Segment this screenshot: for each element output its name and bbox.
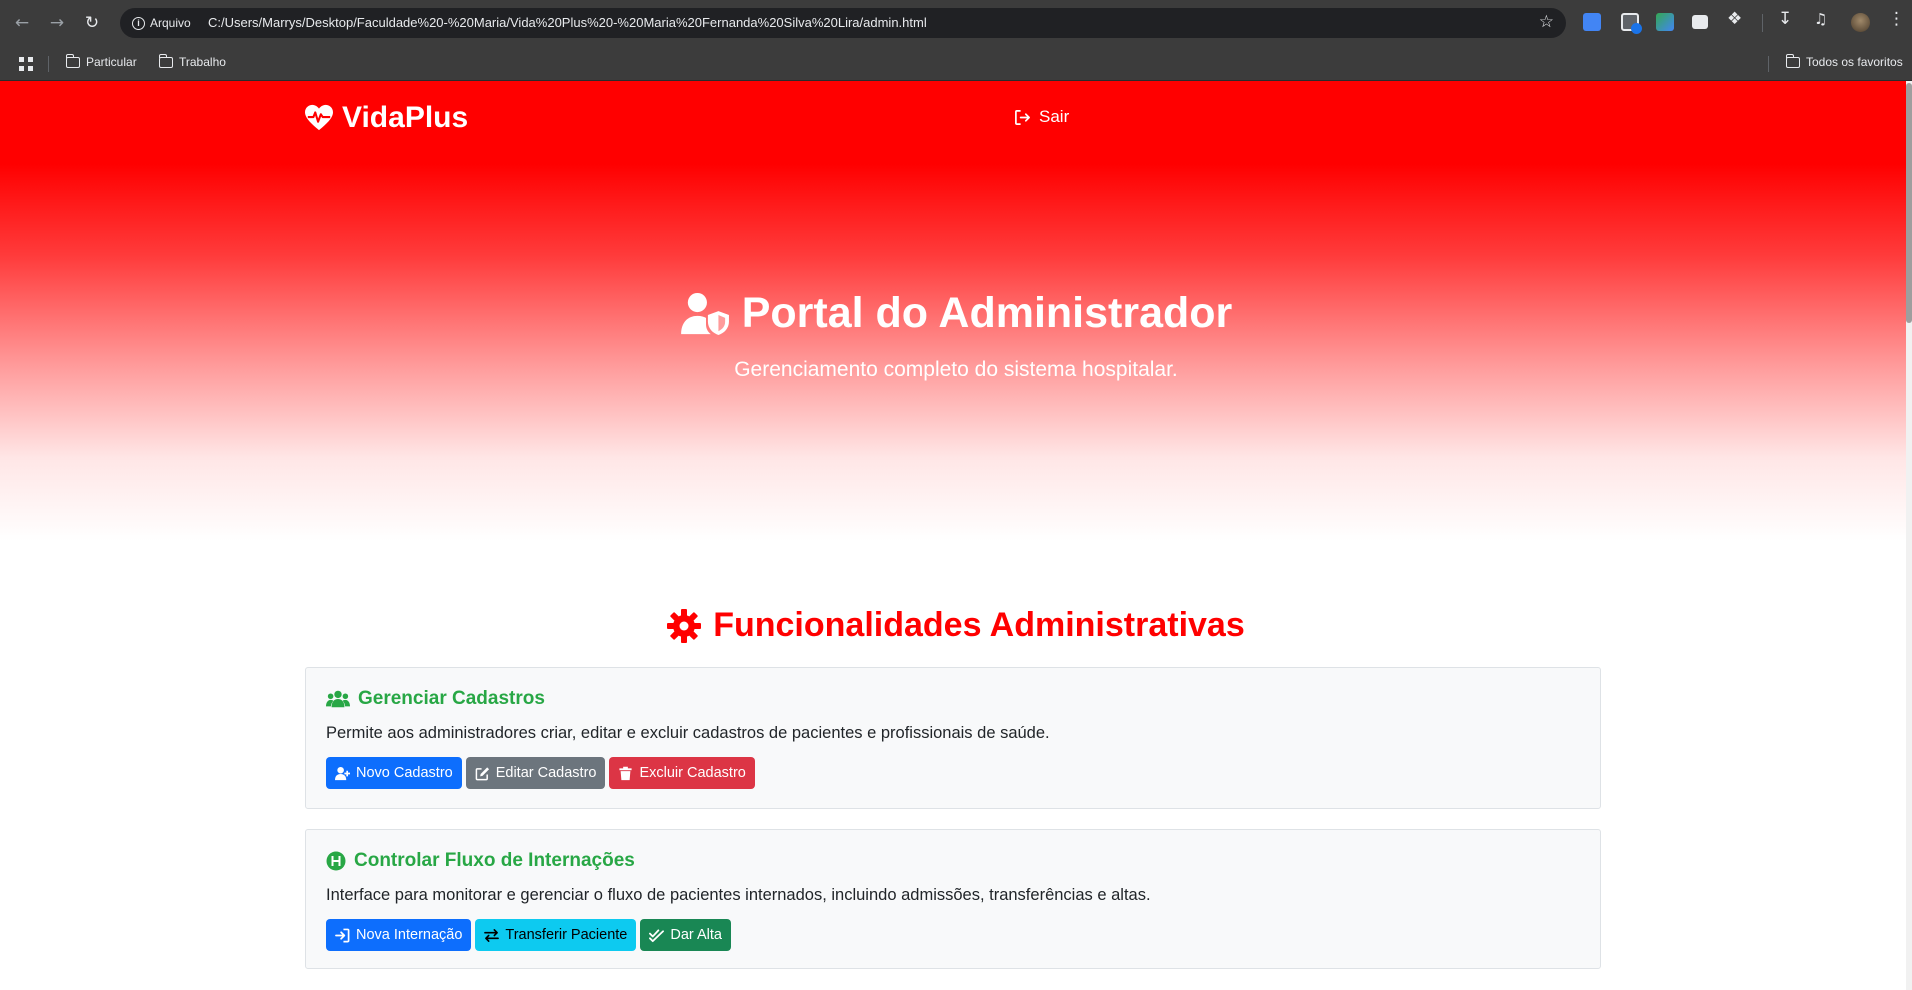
page-title: Portal do Administrador <box>0 289 1912 338</box>
extensions-puzzle-icon[interactable]: ❖ <box>1727 9 1745 29</box>
hospital-h-icon <box>326 851 346 871</box>
image-extension-icon[interactable] <box>1656 13 1674 31</box>
bookmark-label: Trabalho <box>179 55 226 69</box>
bookmark-folder-particular[interactable]: Particular <box>65 53 137 69</box>
gear-icon <box>667 608 702 643</box>
button-label: Nova Internação <box>356 927 463 943</box>
button-label: Excluir Cadastro <box>639 765 746 781</box>
folder-icon <box>65 53 80 68</box>
brand-name: VidaPlus <box>342 101 469 134</box>
bookmark-label: Particular <box>86 55 137 69</box>
media-control-icon[interactable]: ♫ <box>1814 10 1832 28</box>
edit-registration-button[interactable]: Editar Cadastro <box>465 757 606 789</box>
heartbeat-icon <box>305 104 333 131</box>
card-title-text: Gerenciar Cadastros <box>358 688 545 709</box>
button-label: Novo Cadastro <box>356 765 453 781</box>
bookmarks-divider <box>48 56 49 72</box>
all-bookmarks-label: Todos os favoritos <box>1806 55 1903 69</box>
card-fluxo-internacoes: Controlar Fluxo de Internações Interface… <box>305 829 1601 969</box>
trash-icon <box>619 766 633 780</box>
bookmark-folder-trabalho[interactable]: Trabalho <box>158 53 226 69</box>
check-double-icon <box>649 928 665 942</box>
button-label: Editar Cadastro <box>495 765 597 781</box>
card-description: Interface para monitorar e gerenciar o f… <box>326 886 1151 904</box>
box-extension-icon[interactable] <box>1692 15 1708 29</box>
transfer-patient-button[interactable]: Transferir Paciente <box>475 919 637 951</box>
discharge-button[interactable]: Dar Alta <box>640 919 731 951</box>
all-bookmarks-folder[interactable]: Todos os favoritos <box>1785 53 1903 69</box>
section-heading-text: Funcionalidades Administrativas <box>713 606 1245 644</box>
reload-icon[interactable]: ↻ <box>79 10 105 36</box>
apps-grid-icon[interactable] <box>19 57 33 71</box>
translate-extension-icon[interactable] <box>1583 13 1601 31</box>
page-scrollbar[interactable] <box>1906 81 1912 990</box>
download-icon[interactable]: ↧ <box>1778 9 1796 29</box>
user-plus-icon <box>335 766 350 780</box>
site-info-label: Arquivo <box>150 16 191 30</box>
extension-badge-icon <box>1631 23 1642 34</box>
new-registration-button[interactable]: Novo Cadastro <box>326 757 462 789</box>
button-label: Transferir Paciente <box>505 927 628 943</box>
sign-out-icon <box>1015 109 1030 125</box>
page-viewport: VidaPlus Sair Portal do Administrador Ge… <box>0 81 1912 990</box>
browser-menu-icon[interactable]: ⋮ <box>1888 9 1905 29</box>
section-heading: Funcionalidades Administrativas <box>0 606 1912 645</box>
folder-icon <box>1785 53 1800 68</box>
card-gerenciar-cadastros: Gerenciar Cadastros Permite aos administ… <box>305 667 1601 809</box>
folder-icon <box>158 53 173 68</box>
toolbar-divider <box>1762 14 1763 32</box>
brand-logo[interactable]: VidaPlus <box>304 101 468 135</box>
url-text[interactable]: C:/Users/Marrys/Desktop/Faculdade%20-%20… <box>208 15 927 30</box>
card-title: Controlar Fluxo de Internações <box>326 850 635 872</box>
card-actions: Nova Internação Transferir Paciente Dar … <box>326 919 731 951</box>
info-icon: i <box>132 16 145 30</box>
new-admission-button[interactable]: Nova Internação <box>326 919 472 951</box>
users-icon <box>326 690 350 708</box>
address-bar[interactable]: i Arquivo C:/Users/Marrys/Desktop/Faculd… <box>120 8 1566 38</box>
site-info-chip[interactable]: i Arquivo <box>128 12 197 34</box>
logout-label: Sair <box>1039 107 1070 126</box>
edit-icon <box>475 766 489 780</box>
browser-toolbar: ← → ↻ i Arquivo C:/Users/Marrys/Desktop/… <box>0 0 1912 45</box>
bookmarks-divider <box>1768 56 1769 72</box>
card-description: Permite aos administradores criar, edita… <box>326 724 1050 742</box>
user-shield-icon <box>680 292 729 335</box>
page-subtitle: Gerenciamento completo do sistema hospit… <box>734 358 1178 381</box>
card-title: Gerenciar Cadastros <box>326 688 545 710</box>
delete-registration-button[interactable]: Excluir Cadastro <box>609 757 755 789</box>
exchange-icon <box>484 928 500 942</box>
page-title-text: Portal do Administrador <box>741 289 1233 337</box>
logout-link[interactable]: Sair <box>1014 107 1069 127</box>
scrollbar-thumb[interactable] <box>1906 83 1912 323</box>
bookmarks-bar: Particular Trabalho Todos os favoritos <box>0 45 1912 81</box>
profile-avatar[interactable] <box>1851 13 1870 32</box>
bookmark-star-icon[interactable]: ☆ <box>1539 12 1554 32</box>
button-label: Dar Alta <box>670 927 722 943</box>
sign-in-icon <box>335 928 350 942</box>
back-arrow-icon[interactable]: ← <box>9 10 35 36</box>
forward-arrow-icon[interactable]: → <box>44 10 70 36</box>
card-actions: Novo Cadastro Editar Cadastro Excluir Ca… <box>326 757 755 789</box>
card-title-text: Controlar Fluxo de Internações <box>354 850 635 871</box>
